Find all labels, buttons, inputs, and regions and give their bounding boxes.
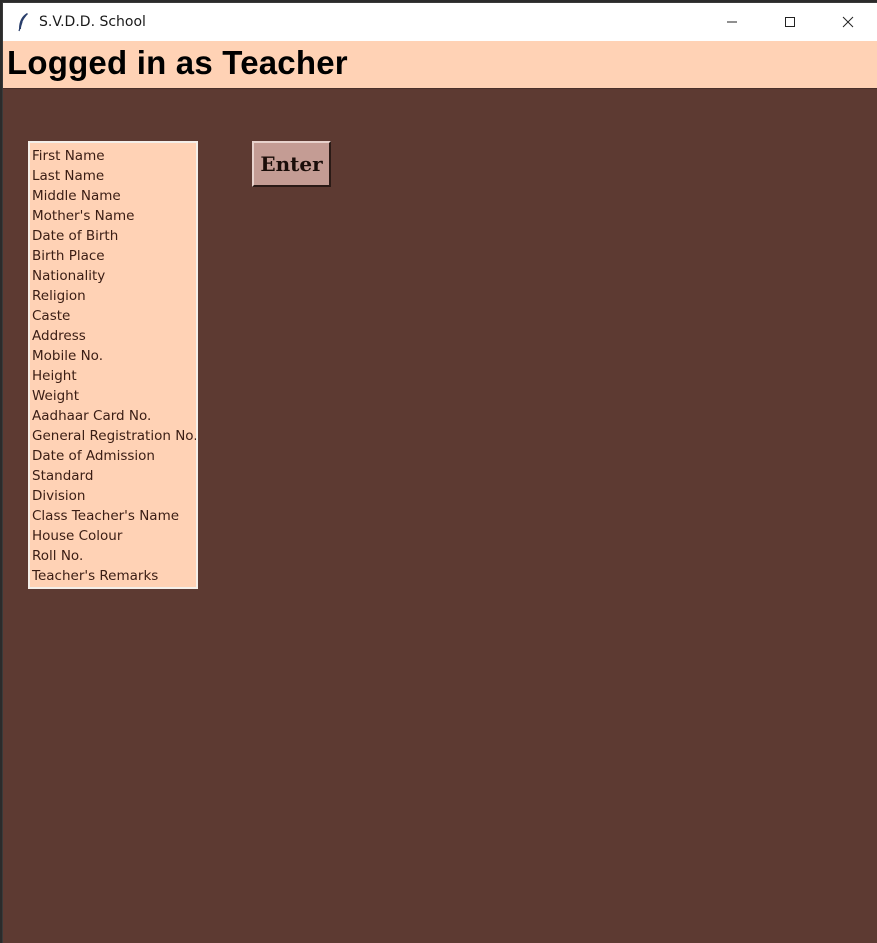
list-item[interactable]: Standard: [30, 466, 196, 486]
list-item[interactable]: Religion: [30, 286, 196, 306]
list-item[interactable]: Nationality: [30, 266, 196, 286]
list-item[interactable]: Address: [30, 326, 196, 346]
list-item[interactable]: Teacher's Remarks: [30, 566, 196, 586]
window-controls: [703, 3, 877, 41]
list-item[interactable]: Date of Birth: [30, 226, 196, 246]
app-window: S.V.D.D. School Logged in as Teacher Fir…: [3, 3, 877, 943]
list-item[interactable]: Mobile No.: [30, 346, 196, 366]
page-title: Logged in as Teacher: [7, 44, 348, 81]
minimize-icon: [726, 13, 738, 32]
title-bar[interactable]: S.V.D.D. School: [3, 3, 877, 41]
header-banner: Logged in as Teacher: [3, 41, 877, 89]
list-item[interactable]: Weight: [30, 386, 196, 406]
list-item[interactable]: Division: [30, 486, 196, 506]
list-item[interactable]: Caste: [30, 306, 196, 326]
list-item[interactable]: House Colour: [30, 526, 196, 546]
list-item[interactable]: General Registration No.: [30, 426, 196, 446]
close-button[interactable]: [819, 3, 877, 41]
list-item[interactable]: Date of Admission: [30, 446, 196, 466]
feather-icon: [15, 12, 31, 32]
close-icon: [842, 13, 854, 32]
list-item[interactable]: Last Name: [30, 166, 196, 186]
list-item[interactable]: Height: [30, 366, 196, 386]
window-title: S.V.D.D. School: [39, 14, 146, 30]
list-item[interactable]: Middle Name: [30, 186, 196, 206]
list-item[interactable]: Mother's Name: [30, 206, 196, 226]
list-item[interactable]: Birth Place: [30, 246, 196, 266]
maximize-button[interactable]: [761, 3, 819, 41]
maximize-icon: [784, 13, 796, 32]
list-item[interactable]: First Name: [30, 146, 196, 166]
list-item[interactable]: Roll No.: [30, 546, 196, 566]
enter-button[interactable]: Enter: [252, 141, 331, 187]
list-item[interactable]: Aadhaar Card No.: [30, 406, 196, 426]
minimize-button[interactable]: [703, 3, 761, 41]
fields-listbox[interactable]: First Name Last Name Middle Name Mother'…: [28, 141, 198, 589]
list-item[interactable]: Class Teacher's Name: [30, 506, 196, 526]
